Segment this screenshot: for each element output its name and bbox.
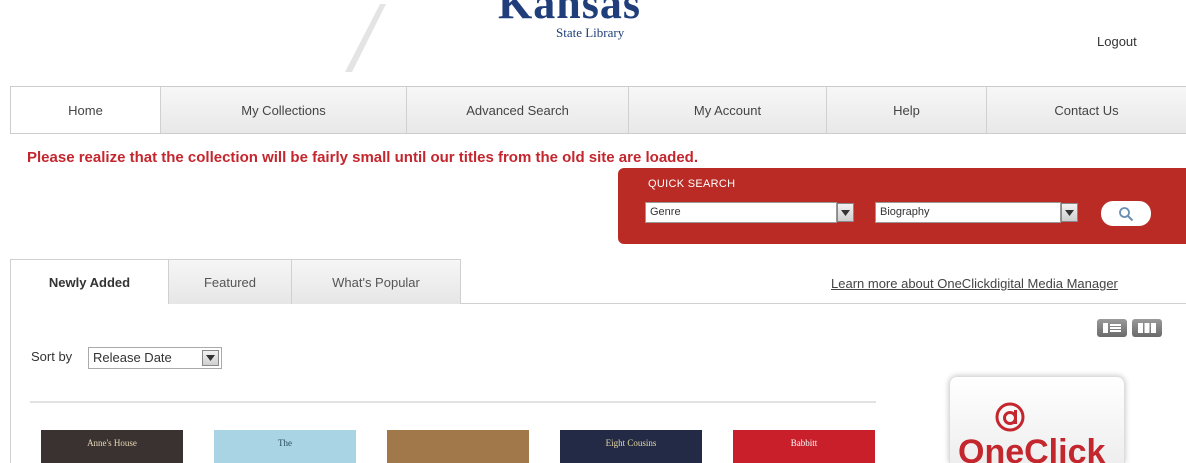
chevron-down-icon xyxy=(206,355,215,361)
search-field-dropdown-arrow[interactable] xyxy=(837,203,854,222)
chevron-down-icon xyxy=(1065,209,1074,216)
logout-link[interactable]: Logout xyxy=(1097,34,1137,49)
content-divider xyxy=(30,401,876,403)
book-cover[interactable]: Babbitt xyxy=(733,430,875,463)
sort-value: Release Date xyxy=(93,350,172,365)
nav-contact-us[interactable]: Contact Us xyxy=(987,87,1186,133)
nav-my-account[interactable]: My Account xyxy=(629,87,827,133)
quick-search-title: QUICK SEARCH xyxy=(648,178,736,190)
book-cover-title: Babbitt xyxy=(790,438,818,448)
nav-home[interactable]: Home xyxy=(11,87,161,133)
book-cover[interactable] xyxy=(387,430,529,463)
book-cover[interactable]: The xyxy=(214,430,356,463)
tab-featured[interactable]: Featured xyxy=(168,259,292,304)
logo-swoosh-graphic xyxy=(345,4,386,72)
list-view-icon xyxy=(1103,323,1121,333)
collection-notice: Please realize that the collection will … xyxy=(27,149,699,166)
list-view-button[interactable] xyxy=(1097,319,1127,337)
search-term-dropdown-arrow[interactable] xyxy=(1061,203,1078,222)
grid-view-icon xyxy=(1138,323,1156,333)
learn-more-link[interactable]: Learn more about OneClickdigital Media M… xyxy=(831,276,1118,291)
main-nav: Home My Collections Advanced Search My A… xyxy=(10,86,1186,134)
site-header: Kansas State Library Logout xyxy=(0,0,1186,80)
nav-my-collections[interactable]: My Collections xyxy=(161,87,407,133)
quick-search-button[interactable] xyxy=(1101,201,1151,226)
oneclick-logo-text: OneClick xyxy=(958,433,1106,463)
book-cover-title: The xyxy=(278,438,292,448)
quick-search-panel: QUICK SEARCH Genre Biography xyxy=(618,168,1186,244)
oneclick-logo-icon xyxy=(995,402,1025,432)
oneclick-promo-tile[interactable]: OneClick xyxy=(949,376,1125,463)
book-cover-title: Anne's House xyxy=(87,438,137,448)
search-icon xyxy=(1119,206,1134,221)
book-cover-title: Eight Cousins xyxy=(605,438,657,448)
book-cover[interactable]: Eight Cousins xyxy=(560,430,702,463)
book-cover[interactable]: Anne's House xyxy=(41,430,183,463)
sort-dropdown-arrow[interactable] xyxy=(202,350,219,366)
chevron-down-icon xyxy=(841,209,850,216)
sort-select[interactable]: Release Date xyxy=(88,347,222,369)
search-term-select[interactable]: Biography xyxy=(875,202,1061,223)
tab-newly-added[interactable]: Newly Added xyxy=(10,259,169,305)
sort-label: Sort by xyxy=(31,349,73,364)
site-logo-subtitle: State Library xyxy=(556,25,625,40)
nav-help[interactable]: Help xyxy=(827,87,987,133)
tab-whats-popular[interactable]: What's Popular xyxy=(291,259,461,304)
nav-advanced-search[interactable]: Advanced Search xyxy=(407,87,629,133)
grid-view-button[interactable] xyxy=(1132,319,1162,337)
search-field-select[interactable]: Genre xyxy=(645,202,837,223)
